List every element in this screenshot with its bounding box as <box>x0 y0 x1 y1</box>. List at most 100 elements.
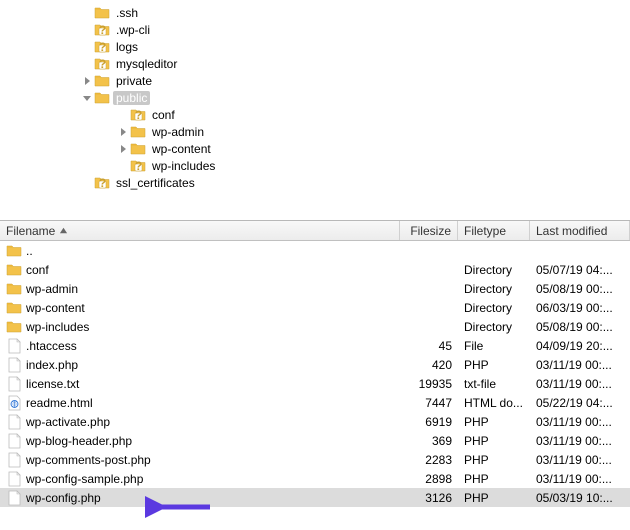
tree-item-label: wp-content <box>149 142 214 156</box>
tree-item[interactable]: ?.wp-cli <box>0 21 630 38</box>
file-modified: 05/07/19 04:... <box>530 263 630 277</box>
file-size: 45 <box>400 339 458 353</box>
tree-item[interactable]: ? conf <box>0 106 630 123</box>
file-row[interactable]: wp-blog-header.php369PHP03/11/19 00:... <box>0 431 630 450</box>
tree-item[interactable]: .ssh <box>0 4 630 21</box>
file-icon <box>6 433 22 449</box>
tree-item-label: private <box>113 74 155 88</box>
file-row[interactable]: wp-comments-post.php2283PHP03/11/19 00:.… <box>0 450 630 469</box>
expand-toggle-icon <box>82 42 92 52</box>
tree-item[interactable]: ? mysqleditor <box>0 55 630 72</box>
expand-toggle-icon <box>82 8 92 18</box>
file-type: PHP <box>458 358 530 372</box>
file-row[interactable]: wp-includesDirectory05/08/19 00:... <box>0 317 630 336</box>
file-modified: 05/03/19 10:... <box>530 491 630 505</box>
folder-icon <box>94 6 110 19</box>
file-row[interactable]: wp-config.php 3126PHP05/03/19 10:... <box>0 488 630 507</box>
unknown-folder-icon: ? <box>94 176 110 189</box>
file-size: 2898 <box>400 472 458 486</box>
file-type: PHP <box>458 472 530 486</box>
tree-item[interactable]: ?wp-includes <box>0 157 630 174</box>
file-modified: 05/22/19 04:... <box>530 396 630 410</box>
file-type: Directory <box>458 263 530 277</box>
file-name: wp-config-sample.php <box>26 472 143 486</box>
tree-item-label: .wp-cli <box>113 23 153 37</box>
file-row[interactable]: wp-config-sample.php 2898PHP03/11/19 00:.… <box>0 469 630 488</box>
unknown-folder-icon: ? <box>94 57 110 70</box>
column-header-filename[interactable]: Filename <box>0 221 400 240</box>
file-type: PHP <box>458 415 530 429</box>
file-modified: 03/11/19 00:... <box>530 358 630 372</box>
column-header-lastmodified[interactable]: Last modified <box>530 221 630 240</box>
expand-toggle-icon[interactable] <box>118 127 128 137</box>
file-name: wp-config.php <box>26 491 101 505</box>
unknown-folder-icon: ? <box>94 23 110 36</box>
file-list-header: Filename Filesize Filetype Last modified <box>0 221 630 241</box>
file-row[interactable]: wp-activate.php6919PHP03/11/19 00:... <box>0 412 630 431</box>
file-name: readme.html <box>26 396 93 410</box>
column-header-filetype[interactable]: Filetype <box>458 221 530 240</box>
column-header-filesize[interactable]: Filesize <box>400 221 458 240</box>
file-row[interactable]: index.php420PHP03/11/19 00:... <box>0 355 630 374</box>
file-type: PHP <box>458 491 530 505</box>
folder-icon <box>6 243 22 259</box>
html-file-icon <box>6 395 22 411</box>
unknown-folder-icon: ? <box>94 40 110 53</box>
file-name: license.txt <box>26 377 79 391</box>
unknown-folder-icon: ? <box>130 159 146 172</box>
tree-item[interactable]: ?ssl_certificates <box>0 174 630 191</box>
svg-text:?: ? <box>135 159 142 172</box>
tree-item[interactable]: ? logs <box>0 38 630 55</box>
svg-text:?: ? <box>135 108 142 121</box>
file-modified: 05/08/19 00:... <box>530 282 630 296</box>
expand-toggle-icon[interactable] <box>118 144 128 154</box>
folder-icon <box>94 91 110 104</box>
folder-icon <box>6 300 22 316</box>
svg-text:?: ? <box>99 40 106 53</box>
file-row[interactable]: conf Directory05/07/19 04:... <box>0 260 630 279</box>
file-name: .. <box>26 244 33 258</box>
file-type: File <box>458 339 530 353</box>
folder-icon <box>130 142 146 155</box>
file-size: 2283 <box>400 453 458 467</box>
file-size: 7447 <box>400 396 458 410</box>
tree-item[interactable]: private <box>0 72 630 89</box>
file-name: wp-admin <box>26 282 78 296</box>
tree-item-label: logs <box>113 40 141 54</box>
file-type: HTML do... <box>458 396 530 410</box>
folder-icon <box>130 125 146 138</box>
folder-icon <box>6 319 22 335</box>
tree-item-label: conf <box>149 108 178 122</box>
file-row[interactable]: wp-contentDirectory06/03/19 00:... <box>0 298 630 317</box>
file-modified: 05/08/19 00:... <box>530 320 630 334</box>
file-list-body: .. conf Directory05/07/19 04:... wp-adminDi… <box>0 241 630 507</box>
file-name: wp-content <box>26 301 85 315</box>
file-row[interactable]: .htaccess45File04/09/19 20:... <box>0 336 630 355</box>
tree-item[interactable]: public <box>0 89 630 106</box>
tree-item-label: mysqleditor <box>113 57 180 71</box>
folder-tree[interactable]: .ssh?.wp-cli?logs?mysqleditorprivatepubl… <box>0 0 630 220</box>
folder-icon <box>6 281 22 297</box>
file-type: txt-file <box>458 377 530 391</box>
tree-item[interactable]: wp-content <box>0 140 630 157</box>
file-modified: 03/11/19 00:... <box>530 434 630 448</box>
file-row[interactable]: wp-adminDirectory05/08/19 00:... <box>0 279 630 298</box>
expand-toggle-icon[interactable] <box>82 76 92 86</box>
tree-item[interactable]: wp-admin <box>0 123 630 140</box>
expand-toggle-icon[interactable] <box>82 93 92 103</box>
svg-text:?: ? <box>99 57 106 70</box>
file-row[interactable]: license.txt19935txt-file03/11/19 00:... <box>0 374 630 393</box>
tree-item-label: public <box>113 91 150 105</box>
file-icon <box>6 414 22 430</box>
file-size: 420 <box>400 358 458 372</box>
file-size: 6919 <box>400 415 458 429</box>
file-icon <box>6 376 22 392</box>
file-name: wp-comments-post.php <box>26 453 151 467</box>
column-header-filename-label: Filename <box>6 224 55 238</box>
file-size: 3126 <box>400 491 458 505</box>
file-row[interactable]: .. <box>0 241 630 260</box>
file-icon <box>6 452 22 468</box>
file-row[interactable]: readme.html 7447HTML do...05/22/19 04:... <box>0 393 630 412</box>
file-name: conf <box>26 263 49 277</box>
file-modified: 03/11/19 00:... <box>530 472 630 486</box>
